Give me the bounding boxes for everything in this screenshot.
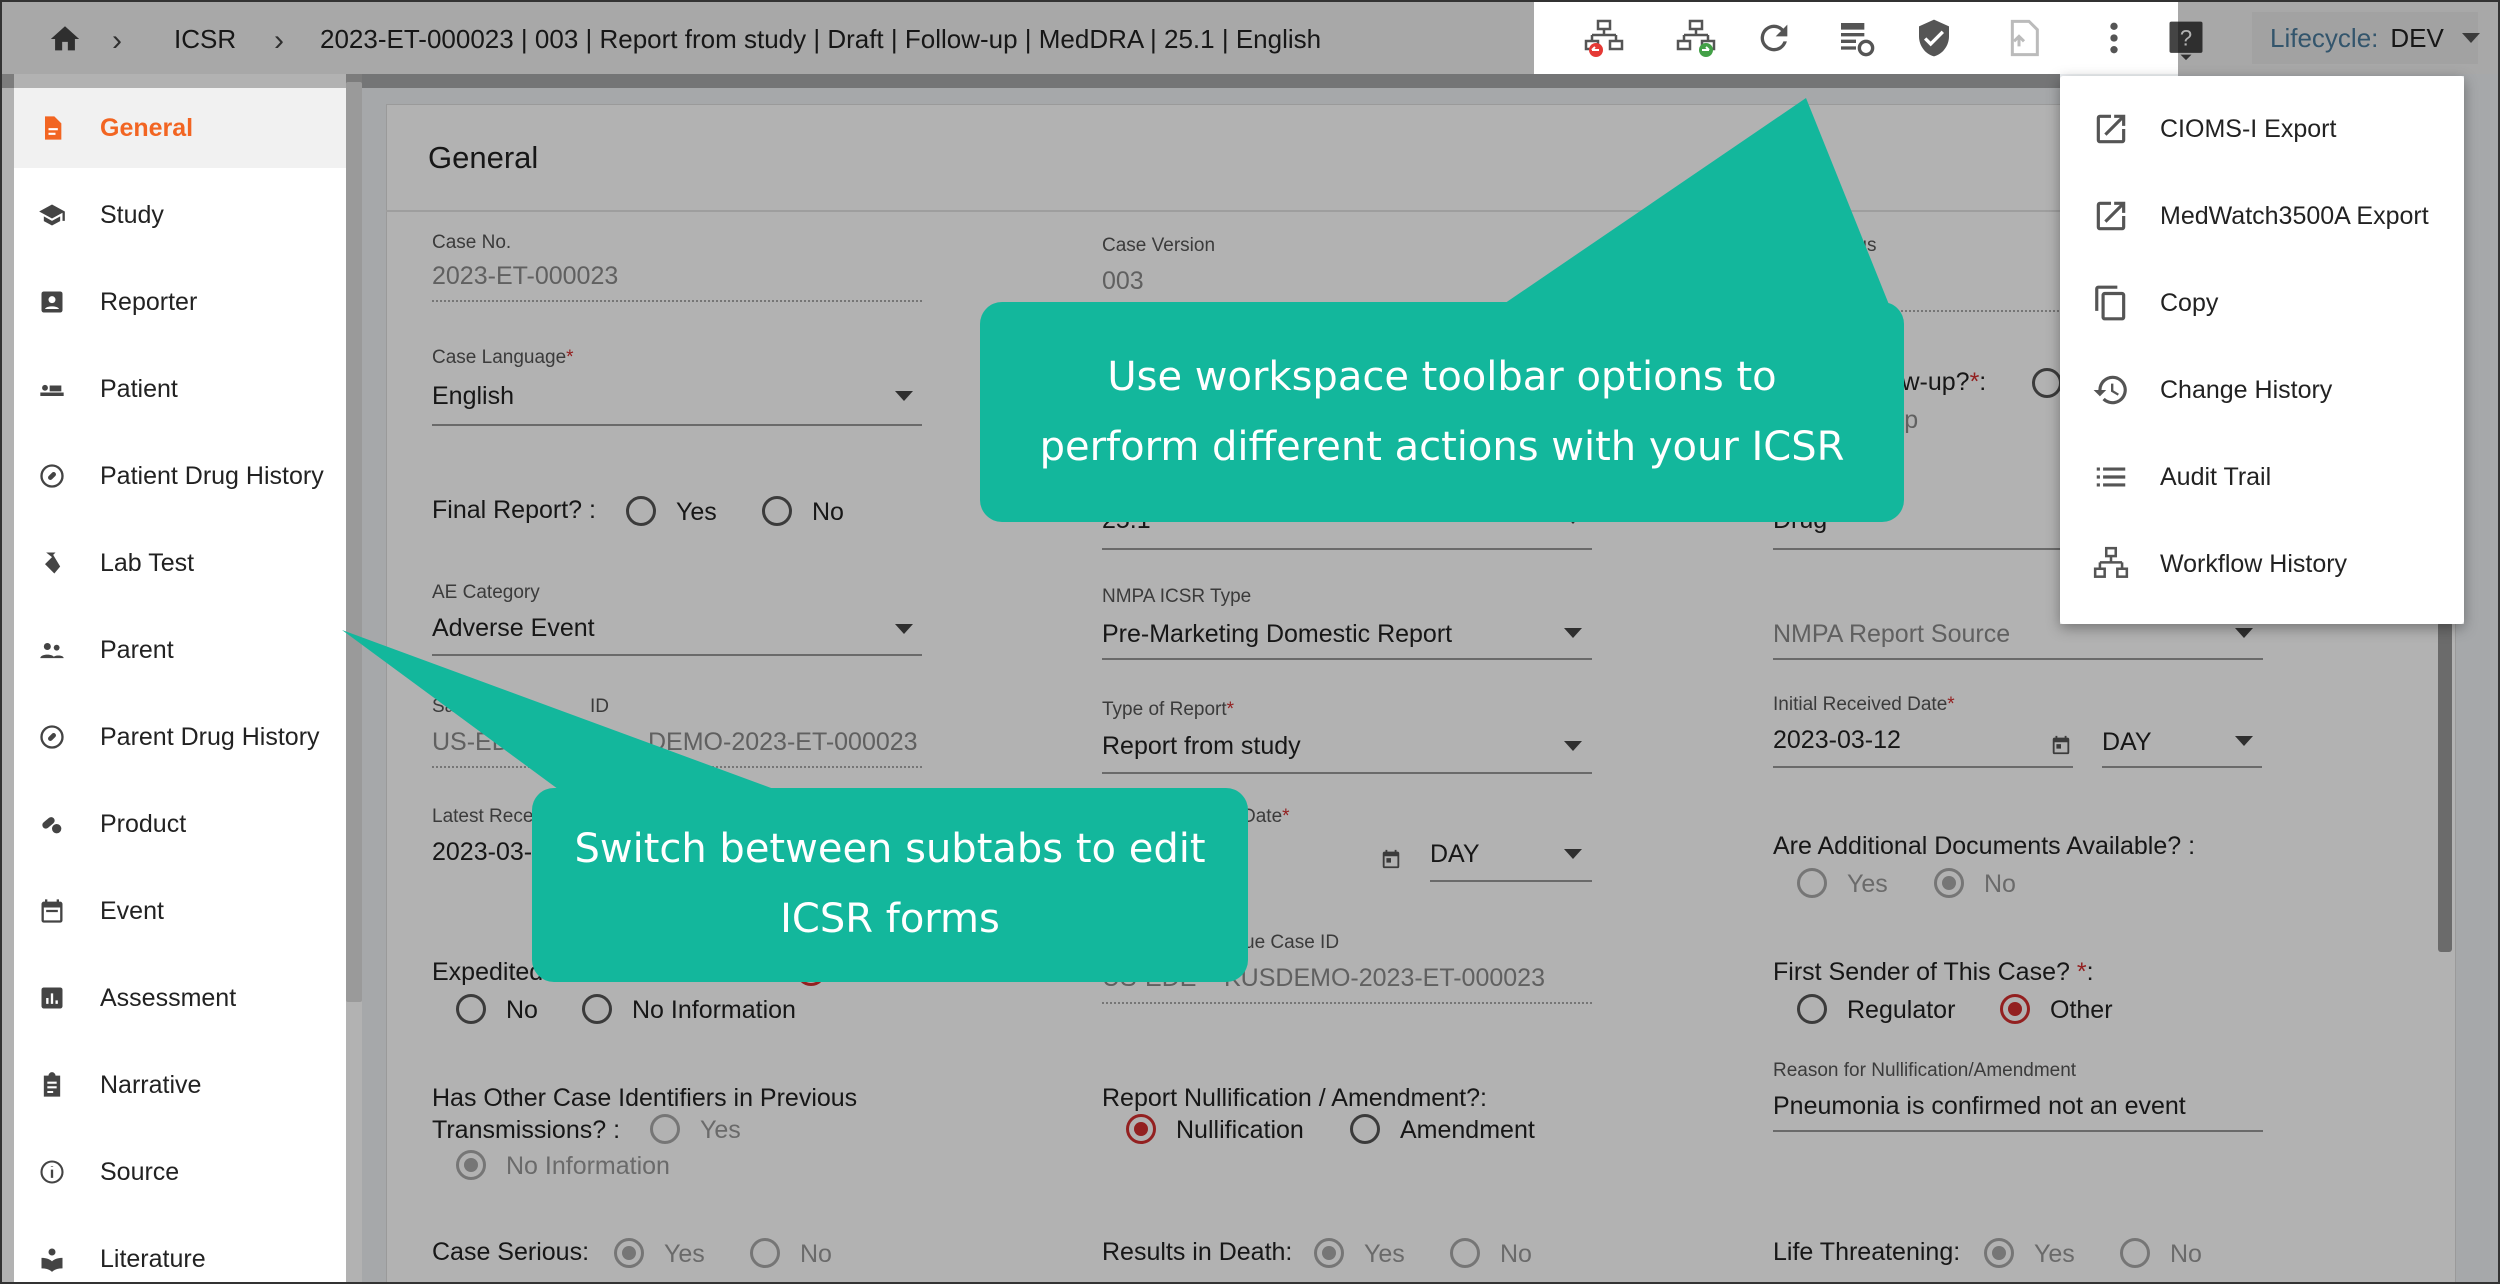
flask-icon — [45, 552, 61, 574]
sidebar-item-lab-test[interactable]: Lab Test — [14, 523, 346, 603]
sidebar-item-label: Assessment — [100, 983, 237, 1012]
dim-overlay — [2464, 76, 2498, 624]
id-badge-icon — [41, 291, 63, 313]
export-icon — [2096, 114, 2126, 144]
graduation-cap-icon — [39, 204, 65, 226]
info-icon — [40, 1160, 64, 1184]
menu-item-audit-trail[interactable]: Audit Trail — [2060, 434, 2464, 520]
menu-item-label: Workflow History — [2160, 549, 2348, 578]
sidebar-item-study[interactable]: Study — [14, 175, 346, 255]
menu-item-label: Change History — [2160, 375, 2333, 404]
clipboard-icon — [43, 1072, 61, 1097]
sidebar-item-label: Event — [100, 896, 164, 925]
sidebar-item-label: Reporter — [100, 287, 198, 316]
menu-item-change-history[interactable]: Change History — [2060, 347, 2464, 433]
sidebar-item-assessment[interactable]: Assessment — [14, 958, 346, 1038]
dim-overlay — [2060, 624, 2498, 1282]
bed-icon — [40, 384, 64, 396]
more-actions-menu: CIOMS-I Export MedWatch3500A Export Copy… — [2060, 76, 2464, 624]
submit-icon[interactable] — [2004, 18, 2044, 58]
subtab-sidebar: General Study Reporter Patient Patient D… — [14, 88, 346, 1282]
menu-item-label: MedWatch3500A Export — [2160, 201, 2429, 230]
sidebar-item-label: Source — [100, 1157, 180, 1186]
shield-check-icon[interactable] — [1914, 18, 1954, 58]
copy-icon — [2095, 285, 2126, 321]
menu-item-medwatch-export[interactable]: MedWatch3500A Export — [2060, 173, 2464, 259]
sidebar-item-patient-drug-history[interactable]: Patient Drug History — [14, 436, 346, 516]
menu-item-label: CIOMS-I Export — [2160, 114, 2337, 143]
sidebar-item-reporter[interactable]: Reporter — [14, 262, 346, 342]
sidebar-item-parent-drug-history[interactable]: Parent Drug History — [14, 697, 346, 777]
pill-history-icon — [40, 725, 64, 749]
calendar-icon — [41, 899, 63, 923]
workflow-reject-icon[interactable] — [1584, 18, 1624, 58]
menu-item-copy[interactable]: Copy — [2060, 260, 2464, 346]
sidebar-scrollbar[interactable] — [346, 82, 362, 1002]
menu-item-label: Audit Trail — [2160, 462, 2272, 491]
pills-icon — [42, 817, 62, 834]
more-vert-icon[interactable] — [2094, 18, 2134, 58]
sidebar-item-label: Study — [100, 200, 164, 229]
list-icon — [2096, 467, 2126, 487]
sidebar-item-label: Patient Drug History — [100, 461, 324, 490]
dim-overlay — [2178, 2, 2498, 76]
sidebar-item-label: Narrative — [100, 1070, 202, 1099]
pill-history-icon — [40, 464, 64, 488]
book-icon — [41, 1248, 63, 1272]
dim-overlay — [2, 2, 1534, 74]
refresh-icon[interactable] — [1754, 18, 1794, 58]
toolbar-callout-line1: Use workspace toolbar options to — [1107, 354, 1777, 400]
document-icon — [45, 116, 62, 140]
sidebar-item-label: Product — [100, 809, 187, 838]
sidebar-item-label: General — [100, 113, 194, 142]
dim-overlay — [346, 74, 2060, 1282]
sidebar-item-narrative[interactable]: Narrative — [14, 1045, 346, 1125]
sidebar-item-patient[interactable]: Patient — [14, 349, 346, 429]
app-frame: › ICSR › 2023-ET-000023 | 003 | Report f… — [0, 0, 2500, 1284]
sidebar-item-product[interactable]: Product — [14, 784, 346, 864]
toolbar-callout-line2: perform different actions with your ICSR — [1039, 424, 1845, 470]
subtabs-callout: Switch between subtabs to edit ICSR form… — [532, 788, 1248, 982]
history-icon — [2093, 375, 2127, 405]
dim-overlay — [2, 74, 2060, 88]
menu-item-label: Copy — [2160, 288, 2219, 317]
sidebar-item-source[interactable]: Source — [14, 1132, 346, 1212]
people-icon — [40, 643, 64, 659]
sidebar-item-label: Parent — [100, 635, 174, 664]
export-icon — [2096, 201, 2126, 231]
workflow-approve-icon[interactable] — [1676, 18, 1716, 58]
menu-item-cioms-export[interactable]: CIOMS-I Export — [2060, 86, 2464, 172]
bar-chart-icon — [41, 987, 63, 1009]
sidebar-item-label: Parent Drug History — [100, 722, 320, 751]
workflow-icon — [2093, 546, 2129, 578]
dim-overlay — [2, 74, 14, 1282]
toolbar-callout: Use workspace toolbar options to perform… — [980, 302, 1904, 522]
sidebar-item-parent[interactable]: Parent — [14, 610, 346, 690]
validate-report-icon[interactable] — [1836, 18, 1876, 58]
sidebar-item-label: Lab Test — [100, 548, 195, 577]
sidebar-item-label: Patient — [100, 374, 178, 403]
subtabs-callout-line1: Switch between subtabs to edit — [574, 826, 1206, 872]
sidebar-item-literature[interactable]: Literature — [14, 1219, 346, 1282]
subtabs-callout-line2: ICSR forms — [780, 896, 1000, 942]
sidebar-item-general[interactable]: General — [14, 88, 346, 168]
sidebar-item-event[interactable]: Event — [14, 871, 346, 951]
menu-item-workflow-history[interactable]: Workflow History — [2060, 521, 2464, 607]
sidebar-item-label: Literature — [100, 1244, 206, 1273]
workspace-toolbar — [1534, 2, 2178, 74]
